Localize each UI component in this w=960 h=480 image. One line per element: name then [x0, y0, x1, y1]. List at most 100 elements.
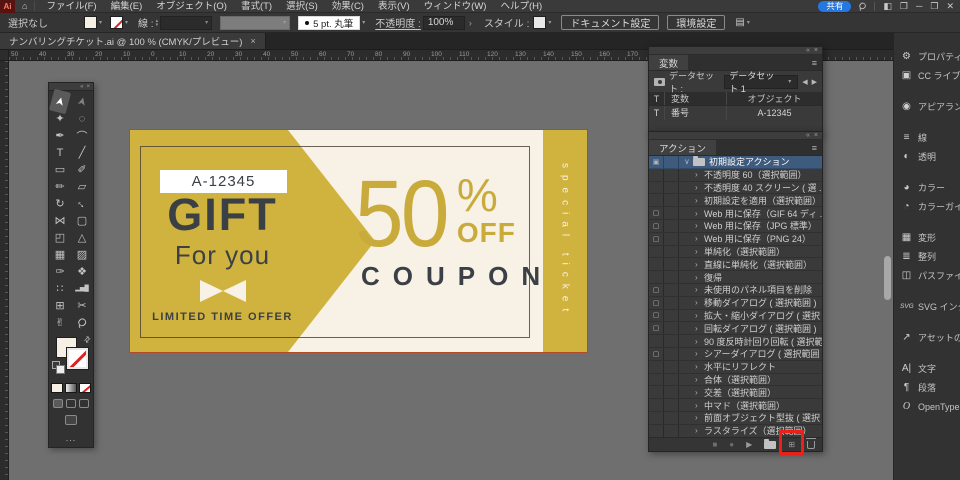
- preferences-button[interactable]: 環境設定: [667, 15, 725, 30]
- tool-button[interactable]: T: [49, 144, 71, 161]
- delete-icon[interactable]: [807, 441, 815, 449]
- menu-item[interactable]: ファイル(F): [39, 0, 103, 13]
- search-icon[interactable]: Q: [857, 0, 869, 12]
- next-dataset-icon[interactable]: ▶: [812, 78, 817, 86]
- collapse-icon[interactable]: «: [806, 47, 810, 54]
- expander-icon[interactable]: ›: [695, 337, 704, 346]
- menu-item[interactable]: 選択(S): [279, 0, 325, 13]
- expander-icon[interactable]: ›: [695, 349, 704, 358]
- expander-icon[interactable]: ›: [695, 362, 704, 371]
- dialog-toggle-cell[interactable]: [664, 348, 679, 360]
- dialog-toggle-cell[interactable]: [664, 207, 679, 219]
- chevron-down-icon[interactable]: ▾: [362, 19, 365, 26]
- action-row[interactable]: ▢ › Web 用に保存（PNG 24）: [649, 233, 822, 246]
- expander-icon[interactable]: ›: [695, 285, 704, 294]
- fill-color-swatch[interactable]: [84, 16, 97, 29]
- toggle-item-checkbox[interactable]: ▣: [649, 156, 664, 168]
- dialog-toggle-cell[interactable]: [664, 322, 679, 334]
- dialog-toggle-cell[interactable]: [664, 425, 679, 437]
- action-row[interactable]: › 前面オブジェクト型抜 ( 選択 ...: [649, 412, 822, 425]
- expander-icon[interactable]: ›: [695, 273, 704, 282]
- expander-icon[interactable]: ›: [695, 324, 704, 333]
- dock-item[interactable]: ≣ 整列: [894, 247, 960, 266]
- toggle-item-checkbox[interactable]: [649, 386, 664, 398]
- dialog-toggle-cell[interactable]: [664, 335, 679, 347]
- action-row[interactable]: ▢ › 回転ダイアログ ( 選択範囲 ): [649, 322, 822, 335]
- vertical-scrollbar[interactable]: [884, 256, 891, 300]
- toggle-item-checkbox[interactable]: [649, 271, 664, 283]
- dialog-toggle-cell[interactable]: [664, 169, 679, 181]
- tool-button[interactable]: ↻: [49, 195, 71, 212]
- dock-item[interactable]: ↗ アセットの...: [894, 328, 960, 347]
- expander-icon[interactable]: ›: [695, 196, 704, 205]
- stop-icon[interactable]: ■: [712, 440, 717, 449]
- record-icon[interactable]: ●: [729, 440, 734, 449]
- dock-item[interactable]: ◉ アピアランス: [894, 97, 960, 116]
- tool-button[interactable]: ◰: [49, 229, 71, 246]
- dock-item[interactable]: ▦ 変形: [894, 228, 960, 247]
- menu-item[interactable]: 表示(V): [371, 0, 417, 13]
- tool-button[interactable]: ╱: [71, 144, 93, 161]
- expander-icon[interactable]: ›: [695, 375, 704, 384]
- tab-actions[interactable]: アクション: [649, 140, 716, 155]
- expander-icon[interactable]: ∨: [684, 157, 693, 166]
- home-icon[interactable]: ⌂: [15, 1, 35, 11]
- dock-item[interactable]: ◕ カラー: [894, 178, 960, 197]
- dock-item[interactable]: ◔ カラーガイド: [894, 197, 960, 216]
- close-icon[interactable]: ×: [814, 47, 818, 54]
- action-row[interactable]: › 復帰: [649, 271, 822, 284]
- stroke-weight-stepper[interactable]: ▴▾: [156, 19, 159, 27]
- stroke-swatch[interactable]: [67, 348, 88, 369]
- tool-button[interactable]: ✏: [49, 178, 71, 195]
- toggle-item-checkbox[interactable]: ▢: [649, 284, 664, 296]
- menu-item[interactable]: ヘルプ(H): [493, 0, 549, 13]
- opacity-value-field[interactable]: 100%: [423, 16, 465, 30]
- expander-icon[interactable]: ›: [695, 183, 704, 192]
- dock-item[interactable]: ⚙ プロパティ: [894, 47, 960, 66]
- play-icon[interactable]: ▶: [746, 440, 752, 449]
- dock-item[interactable]: SVG SVG インタ...: [894, 297, 960, 316]
- toggle-item-checkbox[interactable]: [649, 182, 664, 194]
- chevron-down-icon[interactable]: ▾: [99, 19, 102, 26]
- toggle-item-checkbox[interactable]: [649, 399, 664, 411]
- workspace-layout-icon[interactable]: ◧: [883, 1, 892, 12]
- menu-item[interactable]: ウィンドウ(W): [417, 0, 494, 13]
- expander-icon[interactable]: ›: [695, 413, 704, 422]
- capture-dataset-icon[interactable]: [654, 78, 665, 86]
- document-setup-button[interactable]: ドキュメント設定: [561, 15, 659, 30]
- brush-definition-dropdown[interactable]: 5 pt. 丸筆: [298, 16, 360, 30]
- dialog-toggle-cell[interactable]: [664, 233, 679, 245]
- action-row[interactable]: ▢ › 移動ダイアログ ( 選択範囲 ): [649, 297, 822, 310]
- toggle-item-checkbox[interactable]: ▢: [649, 310, 664, 322]
- dialog-toggle-cell[interactable]: [664, 271, 679, 283]
- close-icon[interactable]: ×: [814, 132, 818, 139]
- menu-item[interactable]: オブジェクト(O): [149, 0, 234, 13]
- previous-dataset-icon[interactable]: ◀: [802, 78, 807, 86]
- collapse-icon[interactable]: «: [80, 84, 83, 90]
- swap-fill-stroke-icon[interactable]: ⇄: [82, 334, 93, 345]
- expander-icon[interactable]: ›: [695, 234, 704, 243]
- panel-menu-icon[interactable]: ≡: [812, 55, 822, 70]
- toggle-item-checkbox[interactable]: [649, 169, 664, 181]
- none-mode-button[interactable]: [79, 383, 91, 393]
- expander-icon[interactable]: ›: [695, 388, 704, 397]
- action-row[interactable]: ▢ › 未使用のパネル項目を削除: [649, 284, 822, 297]
- action-row[interactable]: ▢ › Web 用に保存（JPG 標準）: [649, 220, 822, 233]
- menu-item[interactable]: 編集(E): [104, 0, 150, 13]
- toggle-item-checkbox[interactable]: ▢: [649, 297, 664, 309]
- color-mode-button[interactable]: [51, 383, 63, 393]
- toggle-item-checkbox[interactable]: ▢: [649, 348, 664, 360]
- action-row[interactable]: › 水平にリフレクト: [649, 361, 822, 374]
- restore-icon[interactable]: ❐: [930, 1, 938, 12]
- toggle-item-checkbox[interactable]: ▢: [649, 233, 664, 245]
- tool-button[interactable]: ✐: [71, 161, 93, 178]
- tool-button[interactable]: △: [71, 229, 93, 246]
- tool-button[interactable]: ❖: [71, 263, 93, 280]
- expander-icon[interactable]: ›: [695, 311, 704, 320]
- tool-button[interactable]: ▨: [71, 246, 93, 263]
- tool-button[interactable]: ▂▅█: [71, 280, 93, 297]
- tool-button[interactable]: ▭: [49, 161, 71, 178]
- dock-item[interactable]: A| 文字: [894, 359, 960, 378]
- action-row[interactable]: › 不透明度 40 スクリーン ( 選 ...: [649, 182, 822, 195]
- toggle-item-checkbox[interactable]: [649, 425, 664, 437]
